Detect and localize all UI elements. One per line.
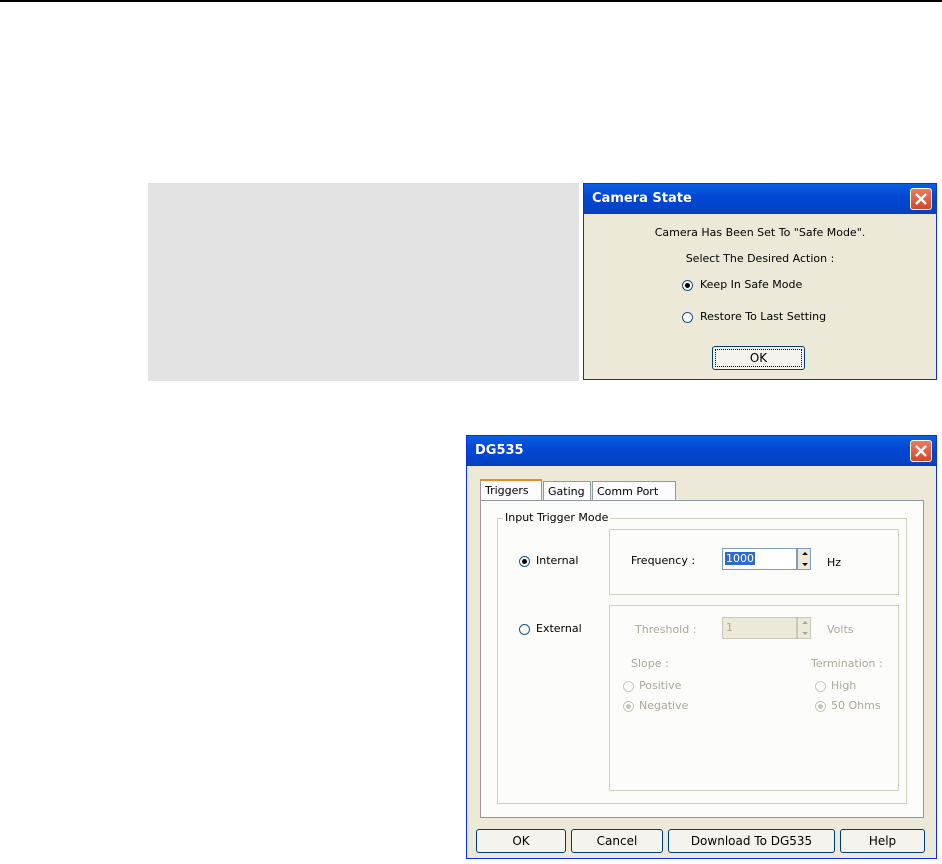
camera-state-prompt: Select The Desired Action : (685, 252, 835, 265)
camera-ok-button[interactable]: OK (712, 346, 805, 370)
input-trigger-mode-title: Input Trigger Mode (503, 511, 611, 524)
tab-strip: Triggers Gating Comm Port (480, 479, 680, 502)
close-icon[interactable] (910, 440, 932, 462)
slope-negative-label[interactable]: Negative (639, 699, 688, 712)
dg535-help-button[interactable]: Help (840, 829, 925, 853)
blank-panel (148, 183, 579, 381)
frequency-input[interactable]: 1000 (722, 548, 797, 570)
dg535-dialog: DG535 Triggers Gating Comm Port Input Tr… (466, 435, 937, 859)
spin-up-icon[interactable] (802, 552, 808, 555)
tab-triggers[interactable]: Triggers (480, 479, 542, 502)
internal-label[interactable]: Internal (536, 554, 578, 567)
dg535-title: DG535 (475, 443, 524, 458)
spin-up-icon[interactable] (802, 621, 808, 624)
slope-label: Slope : (631, 657, 669, 670)
termination-label: Termination : (811, 657, 883, 670)
frequency-label: Frequency : (631, 554, 696, 567)
dg535-titlebar: DG535 (467, 436, 936, 466)
termination-high-radio[interactable] (815, 681, 826, 692)
frequency-unit: Hz (827, 556, 842, 569)
external-label[interactable]: External (536, 622, 582, 635)
camera-state-title: Camera State (592, 191, 692, 206)
camera-state-titlebar: Camera State (584, 184, 936, 214)
dg535-cancel-button[interactable]: Cancel (571, 829, 663, 853)
page-top-rule (0, 0, 942, 2)
triggers-tab-page: Input Trigger Mode Internal Frequency : … (480, 500, 924, 818)
download-to-dg535-button[interactable]: Download To DG535 (668, 829, 835, 853)
threshold-input[interactable]: 1 (722, 617, 797, 639)
slope-negative-radio[interactable] (623, 701, 634, 712)
external-radio[interactable] (519, 624, 530, 635)
termination-50-radio[interactable] (815, 701, 826, 712)
internal-radio[interactable] (519, 556, 530, 567)
threshold-label: Threshold : (635, 623, 697, 636)
termination-50-label[interactable]: 50 Ohms (831, 699, 881, 712)
keep-safe-mode-radio[interactable] (682, 280, 693, 291)
camera-state-message: Camera Has Been Set To "Safe Mode". (654, 226, 866, 239)
tab-gating[interactable]: Gating (543, 481, 591, 501)
close-icon[interactable] (910, 188, 932, 210)
tab-comm-port[interactable]: Comm Port (592, 481, 676, 501)
slope-positive-radio[interactable] (623, 681, 634, 692)
restore-last-setting-label[interactable]: Restore To Last Setting (700, 310, 826, 323)
camera-state-dialog: Camera State Camera Has Been Set To "Saf… (583, 183, 937, 380)
threshold-spinner[interactable] (797, 617, 811, 639)
frequency-spinner[interactable] (797, 548, 811, 570)
dg535-ok-button[interactable]: OK (476, 829, 566, 853)
slope-positive-label[interactable]: Positive (639, 679, 681, 692)
frequency-value: 1000 (725, 552, 755, 565)
restore-last-setting-radio[interactable] (682, 312, 693, 323)
termination-high-label[interactable]: High (831, 679, 856, 692)
threshold-value: 1 (726, 621, 733, 634)
spin-down-icon[interactable] (802, 563, 808, 566)
threshold-unit: Volts (827, 623, 854, 636)
spin-down-icon[interactable] (802, 632, 808, 635)
keep-safe-mode-label[interactable]: Keep In Safe Mode (700, 278, 802, 291)
